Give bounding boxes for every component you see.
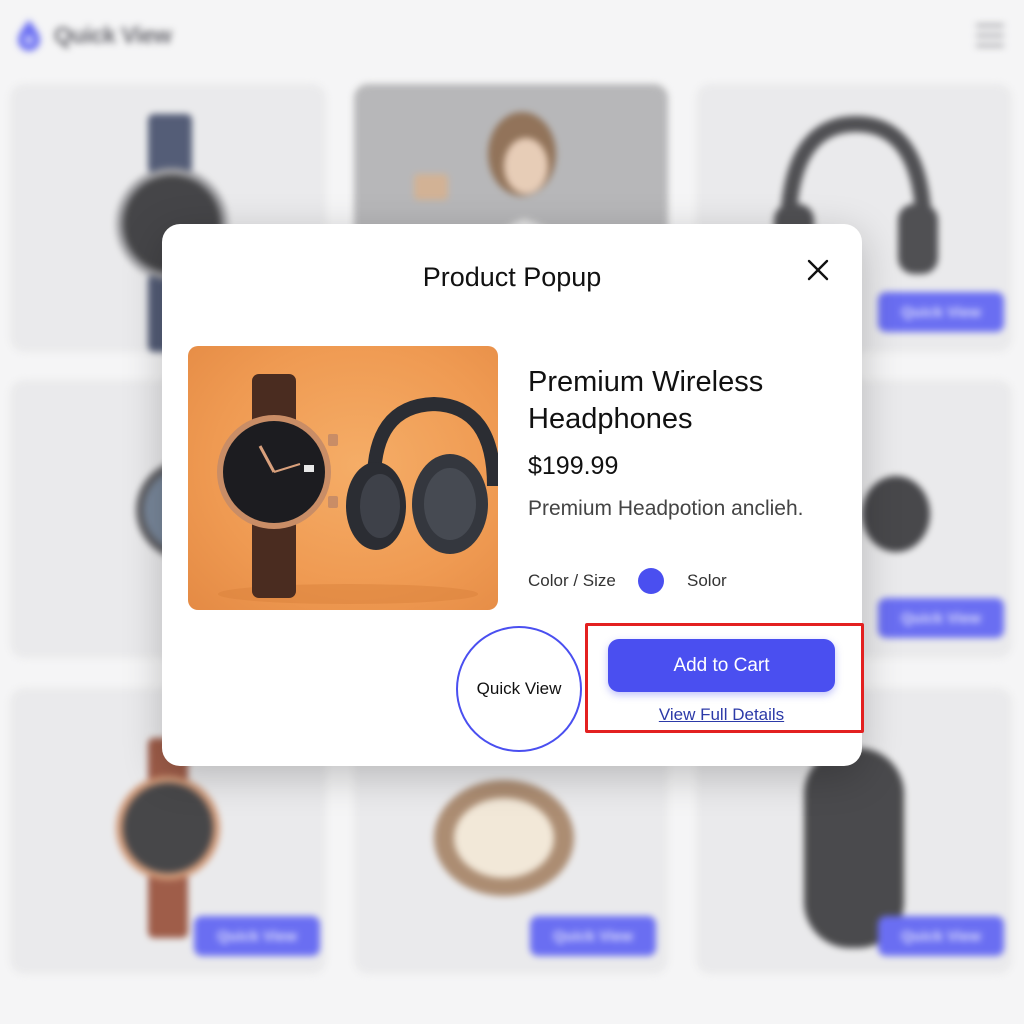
add-to-cart-button[interactable]: Add to Cart — [608, 639, 835, 692]
product-image — [188, 346, 498, 610]
close-icon — [807, 259, 829, 281]
product-price: $199.99 — [528, 452, 619, 480]
option-label: Color / Size — [528, 571, 616, 590]
product-name: Premium Wireless Headphones — [528, 366, 764, 435]
view-full-details-link[interactable]: View Full Details — [608, 705, 835, 725]
quick-view-button[interactable]: Quick View — [456, 626, 582, 752]
modal-title: Product Popup — [422, 262, 602, 292]
close-button[interactable] — [800, 252, 836, 288]
product-description: Premium Headpotion anclieh. — [528, 497, 804, 520]
option-value: Solor — [687, 571, 727, 590]
watch-and-headphones-image — [217, 374, 498, 604]
color-swatch[interactable] — [638, 568, 664, 594]
